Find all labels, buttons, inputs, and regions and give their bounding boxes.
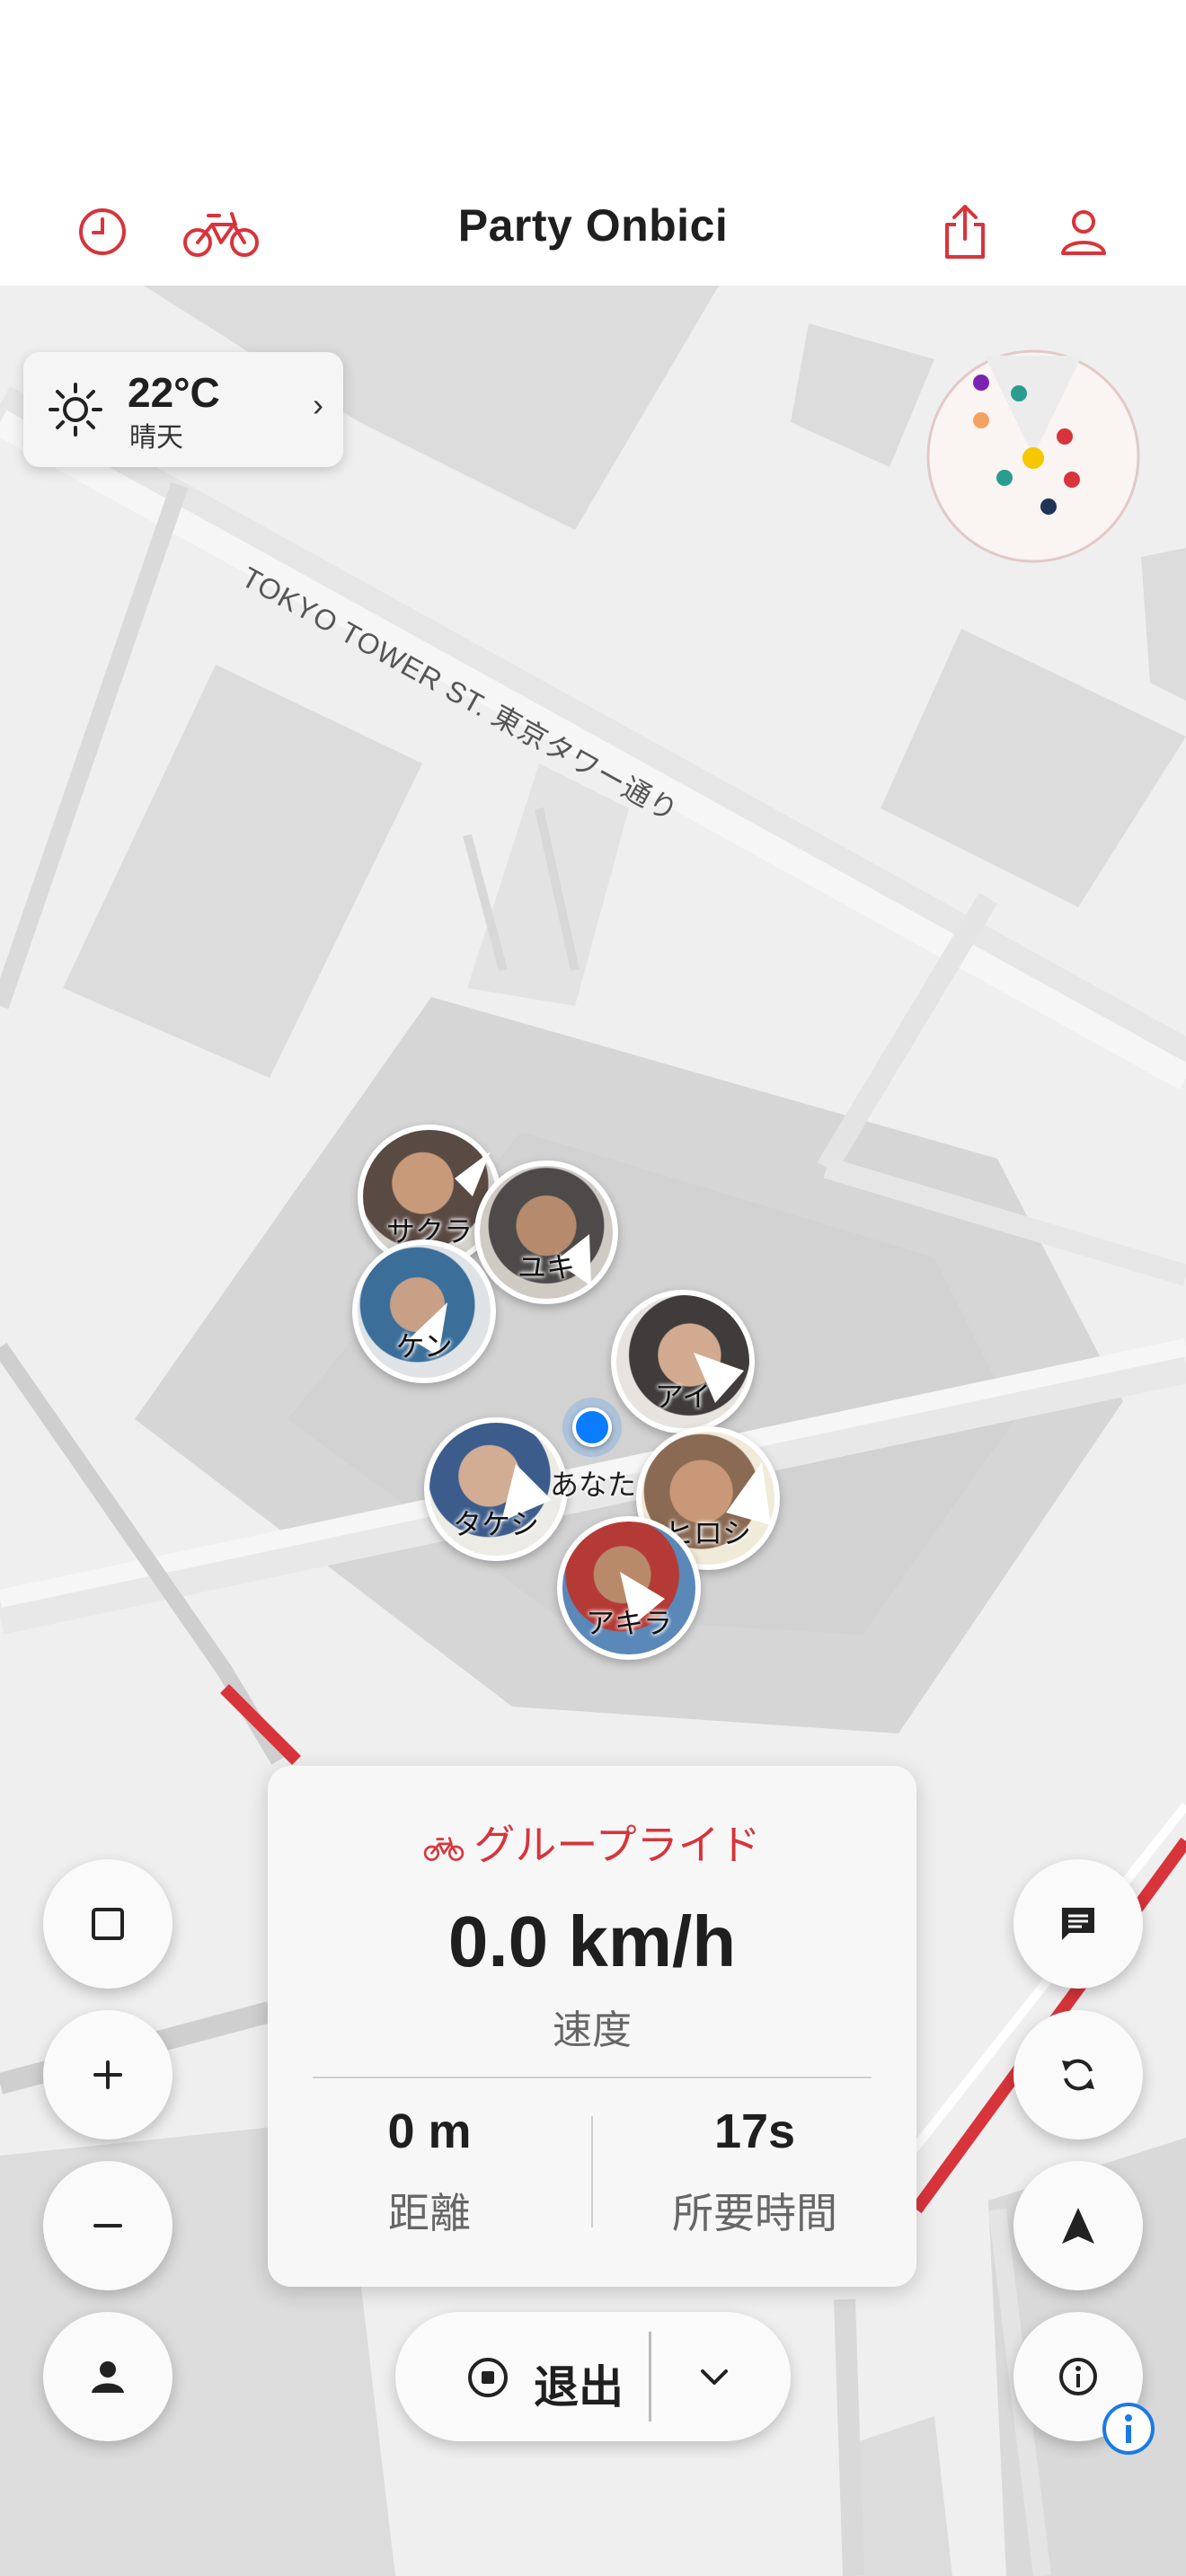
stop-square-icon — [92, 1908, 124, 1940]
sun-icon — [49, 383, 102, 437]
ride-mode-label: グループライド — [474, 1822, 761, 1868]
speed-value: 0.0 km/h — [447, 1901, 737, 1981]
ride-stats-panel: グループライド 0.0 km/h 速度 0 m 距離 17s 所要時間 — [268, 1766, 916, 2287]
zoom-out-icon — [93, 2224, 122, 2228]
radar-dot — [1011, 385, 1027, 401]
person-button[interactable] — [43, 2312, 173, 2441]
exit-label[interactable]: 退出 — [534, 2351, 624, 2416]
info-icon — [1059, 2358, 1097, 2395]
top-bar: Party Onbici — [0, 180, 1186, 286]
sync-icon — [1062, 2059, 1094, 2091]
duration-value: 17s — [713, 2104, 796, 2158]
map-attribution-info-icon[interactable] — [1102, 2402, 1155, 2456]
group-radar[interactable] — [925, 348, 1141, 564]
self-label: あなた — [549, 1469, 636, 1501]
weather-condition: 晴天 — [129, 423, 183, 453]
radar-dot — [1064, 472, 1080, 488]
exit-button[interactable] — [465, 2355, 510, 2400]
expand-button[interactable] — [692, 2355, 737, 2400]
radar-dot — [973, 375, 989, 391]
radar-dot — [973, 412, 989, 428]
current-location-dot — [562, 1398, 622, 1457]
rider-name: タケシ — [452, 1508, 539, 1540]
stop-circle-icon — [468, 2358, 508, 2397]
sync-button[interactable] — [1013, 2010, 1143, 2139]
rider-marker-ken[interactable]: ケン — [352, 1239, 496, 1383]
radar-dot-self — [1022, 447, 1044, 469]
exit-bar: 退出 — [395, 2312, 791, 2441]
distance-label: 距離 — [388, 2190, 471, 2236]
bicycle-icon — [424, 1837, 465, 1861]
rider-name: ユキ — [517, 1251, 575, 1284]
chat-button[interactable] — [1013, 1859, 1143, 1989]
navigate-button[interactable] — [1013, 2161, 1143, 2290]
rider-marker-yuki[interactable]: ユキ — [474, 1160, 618, 1304]
ride-mode: グループライド — [268, 1813, 916, 1872]
navigate-arrow-icon — [1062, 2208, 1094, 2244]
chat-icon — [1062, 1908, 1094, 1940]
radar-dot — [1040, 498, 1057, 515]
zoom-out-button[interactable] — [43, 2161, 173, 2290]
temperature: 22°C — [128, 369, 220, 416]
rider-marker-akira[interactable]: アキラ — [557, 1516, 701, 1660]
divider — [649, 2332, 651, 2422]
rider-marker-ai[interactable]: アイ — [611, 1290, 755, 1434]
rider-name: アイ — [654, 1381, 712, 1413]
rider-name: ケン — [395, 1330, 453, 1363]
duration-label: 所要時間 — [672, 2190, 837, 2236]
rider-name: アキラ — [585, 1607, 672, 1639]
divider — [313, 2077, 872, 2078]
radar-dot — [1057, 428, 1073, 445]
zoom-in-button[interactable] — [43, 2010, 173, 2139]
profile-icon[interactable] — [1048, 196, 1120, 268]
zoom-in-icon — [93, 2060, 122, 2089]
app-title: Party Onbici — [457, 200, 729, 251]
chevron-down-icon — [701, 2369, 728, 2385]
weather-card[interactable]: 22°C 晴天 › — [23, 352, 343, 467]
speed-label: 速度 — [553, 2008, 632, 2052]
stop-square-button[interactable] — [43, 1859, 173, 1989]
share-icon[interactable] — [929, 196, 1001, 268]
radar-dot — [996, 470, 1013, 486]
distance-value: 0 m — [387, 2104, 472, 2158]
chevron-right-icon: › — [313, 386, 323, 423]
person-icon — [92, 2361, 124, 2393]
